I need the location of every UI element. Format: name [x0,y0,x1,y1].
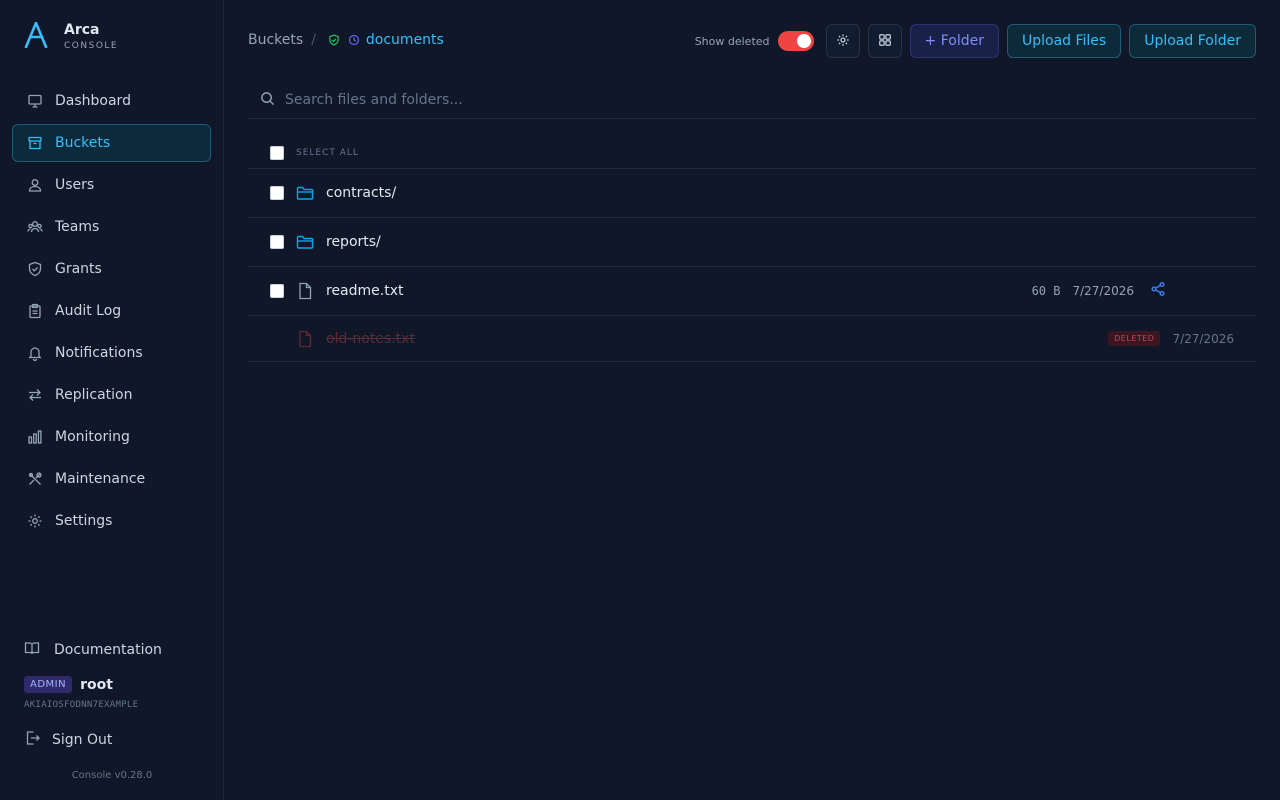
sidebar-item-settings[interactable]: Settings [12,502,211,540]
file-icon [296,330,314,348]
select-all-row: SELECT ALL [248,137,1256,169]
sidebar-item-label: Replication [55,387,133,403]
share-icon[interactable] [1150,281,1166,301]
sign-out-button[interactable]: Sign Out [24,730,112,750]
list-item[interactable]: contracts/ [248,169,1256,218]
toggle-knob [796,34,811,48]
file-icon [296,282,314,300]
bucket-settings-button[interactable] [825,24,860,58]
list-item[interactable]: reports/ [248,218,1256,267]
folder-icon [296,233,314,251]
sidebar-item-label: Notifications [55,345,143,361]
sidebar-item-label: Users [55,177,95,193]
sidebar-item-label: Maintenance [55,471,146,487]
sidebar-item-maintenance[interactable]: Maintenance [12,460,211,498]
breadcrumb-current: documents [365,32,444,48]
role-badge: ADMIN [24,676,73,693]
monitor-icon [27,93,43,109]
brand-title: Arca [64,22,100,38]
shield-check-icon [328,34,340,46]
gear-icon [27,513,43,529]
sidebar-item-users[interactable]: Users [12,166,211,204]
sidebar-item-teams[interactable]: Teams [12,208,211,246]
folder-icon [296,184,314,202]
user-info: ADMIN root [24,676,113,693]
access-key: AKIAIOSFODNN7EXAMPLE [24,700,139,710]
item-meta: DELETED 7/27/2026 [1108,331,1234,346]
sidebar-item-label: Audit Log [55,303,122,319]
sidebar-item-grants[interactable]: Grants [12,250,211,288]
arca-logo-icon [24,22,48,48]
main-content: Buckets / documents Show deleted + Folde… [224,0,1280,800]
sidebar-item-label: Dashboard [55,93,131,109]
sidebar-item-monitoring[interactable]: Monitoring [12,418,211,456]
bar-chart-icon [27,429,43,445]
sign-out-label: Sign Out [52,732,113,748]
new-folder-button[interactable]: + Folder [909,24,999,58]
list-item[interactable]: readme.txt 60 B 7/27/2026 [248,267,1256,316]
logout-icon [24,730,40,750]
documentation-link[interactable]: Documentation [24,640,162,660]
show-deleted-label: Show deleted [694,34,770,48]
user-icon [27,177,43,193]
bell-icon [27,345,43,361]
sidebar-item-dashboard[interactable]: Dashboard [12,82,211,120]
item-name[interactable]: readme.txt [326,283,404,299]
sidebar-item-label: Grants [55,261,102,277]
item-date: 7/27/2026 [1072,284,1134,298]
search-icon [260,91,275,110]
sidebar: Arca CONSOLE Dashboard Buckets Users Tea… [0,0,224,800]
sidebar-item-audit-log[interactable]: Audit Log [12,292,211,330]
tools-icon [27,471,43,487]
item-size: 60 B [1031,284,1061,298]
show-deleted-toggle[interactable] [777,31,814,51]
sidebar-nav: Dashboard Buckets Users Teams Grants Aud… [12,82,211,544]
gear-icon [836,32,850,51]
shield-icon [27,261,43,277]
brand-subtitle: CONSOLE [64,41,119,51]
username: root [80,676,113,693]
clock-icon [348,34,360,46]
version-text: Console v0.28.0 [71,770,153,781]
sidebar-item-label: Monitoring [55,429,130,445]
toolbar: Show deleted + Folder Upload Files Uploa… [695,24,1256,58]
search-input[interactable] [285,92,1185,108]
row-checkbox[interactable] [270,186,284,200]
book-icon [24,640,40,660]
search-bar [248,82,1256,119]
select-all-label: SELECT ALL [296,147,359,158]
list-item-deleted[interactable]: old-notes.txt DELETED 7/27/2026 [248,316,1256,362]
archive-icon [27,135,43,151]
deleted-badge: DELETED [1108,331,1161,346]
grid-view-button[interactable] [867,24,902,58]
breadcrumb-buckets-link[interactable]: Buckets [248,32,303,48]
row-checkbox[interactable] [270,235,284,249]
select-all-checkbox[interactable] [270,145,284,160]
upload-folder-button[interactable]: Upload Folder [1129,24,1256,58]
arrows-icon [27,387,43,403]
grid-icon [878,32,892,51]
sidebar-item-label: Buckets [55,135,111,151]
sidebar-item-label: Settings [55,513,113,529]
sidebar-item-notifications[interactable]: Notifications [12,334,211,372]
row-checkbox[interactable] [270,284,284,298]
item-name[interactable]: old-notes.txt [326,331,415,347]
breadcrumb: Buckets / documents [248,32,444,48]
documentation-label: Documentation [54,642,162,658]
sidebar-item-replication[interactable]: Replication [12,376,211,414]
sidebar-item-buckets[interactable]: Buckets [12,124,211,162]
clipboard-icon [27,303,43,319]
item-name[interactable]: reports/ [326,234,381,250]
users-icon [27,219,43,235]
object-list: SELECT ALL contracts/ reports/ readme.tx… [248,137,1256,362]
sidebar-item-label: Teams [55,219,100,235]
item-date: 7/27/2026 [1172,331,1234,346]
brand[interactable]: Arca CONSOLE [24,22,118,51]
item-meta: 60 B 7/27/2026 [1032,284,1134,298]
breadcrumb-separator: / [311,32,316,48]
upload-files-button[interactable]: Upload Files [1006,24,1122,58]
item-name[interactable]: contracts/ [326,185,396,201]
